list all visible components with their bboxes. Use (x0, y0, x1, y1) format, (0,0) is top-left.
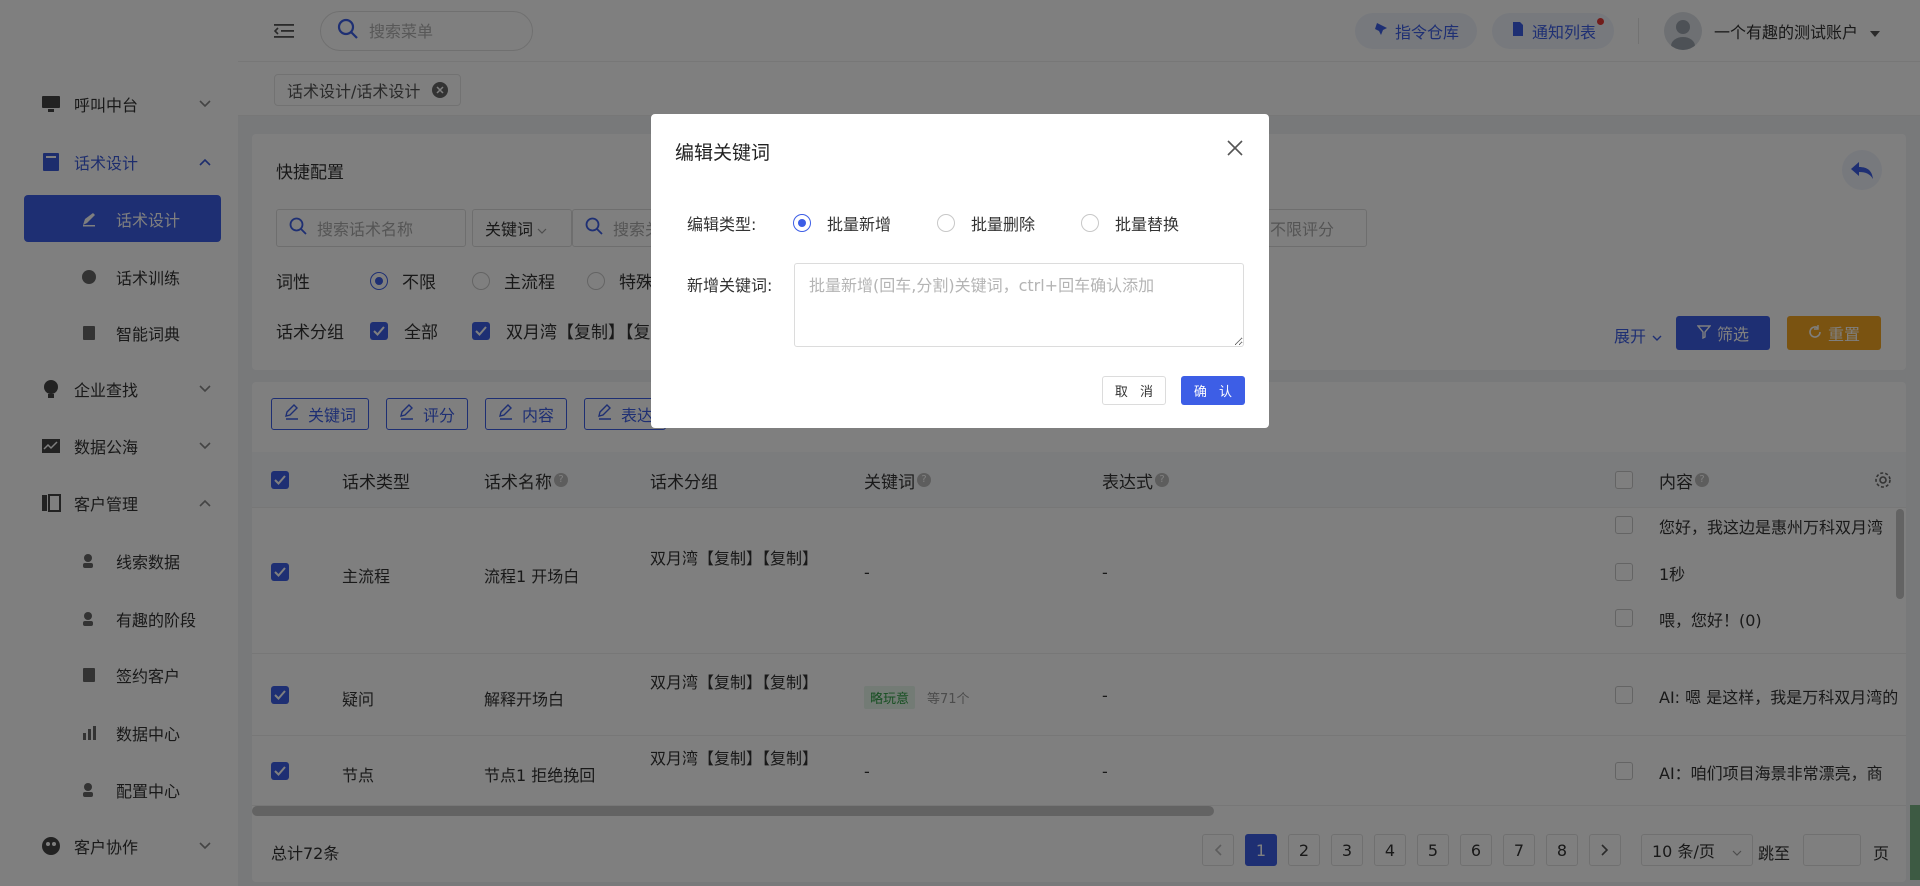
radio-label: 批量删除 (971, 215, 1036, 234)
confirm-button[interactable]: 确 认 (1181, 376, 1245, 405)
new-keyword-label: 新增关键词: (687, 276, 773, 295)
cancel-button[interactable]: 取 消 (1102, 376, 1166, 405)
dialog-title: 编辑关键词 (675, 142, 771, 164)
radio-batch-add[interactable]: 批量新增 (793, 211, 891, 235)
radio-label: 批量替换 (1115, 215, 1180, 234)
radio-batch-delete[interactable]: 批量删除 (937, 211, 1035, 235)
edit-type-label: 编辑类型: (687, 215, 757, 234)
radio-batch-replace[interactable]: 批量替换 (1081, 211, 1179, 235)
close-icon[interactable] (1223, 136, 1247, 160)
radio-label: 批量新增 (827, 215, 892, 234)
edit-keyword-dialog: 编辑关键词 编辑类型: 批量新增 批量删除 批量替换 新增关键词: 取 消 确 … (651, 114, 1269, 428)
keyword-textarea[interactable] (794, 263, 1244, 347)
